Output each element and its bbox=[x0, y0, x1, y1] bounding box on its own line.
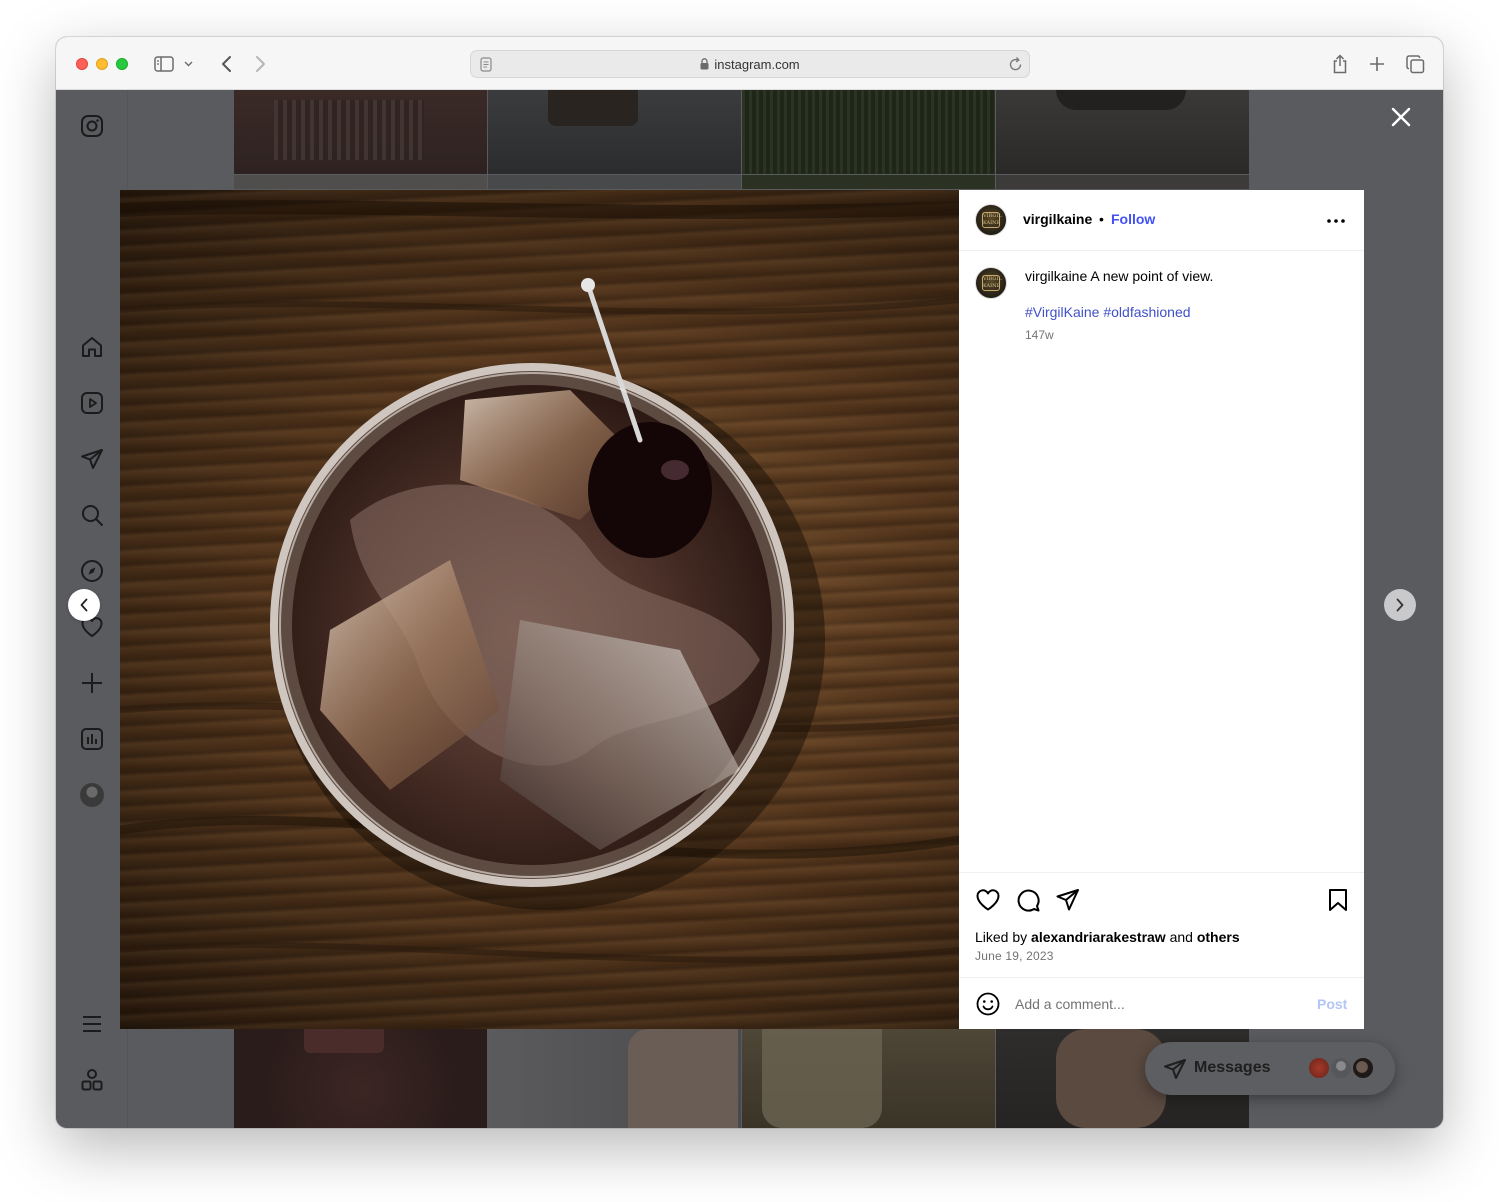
sidebar-toggle-icon[interactable] bbox=[151, 51, 177, 77]
close-window-button[interactable] bbox=[76, 58, 88, 70]
search-icon[interactable] bbox=[78, 501, 106, 529]
message-avatar bbox=[1307, 1056, 1331, 1080]
profile-avatar[interactable] bbox=[78, 781, 106, 809]
grid-tile[interactable] bbox=[742, 90, 995, 174]
post-actions: Liked by alexandriarakestraw and others … bbox=[959, 872, 1364, 977]
liked-user[interactable]: alexandriarakestraw bbox=[1031, 929, 1166, 945]
menu-icon[interactable] bbox=[78, 1010, 106, 1038]
previous-post-button[interactable] bbox=[68, 589, 100, 621]
post-details-panel: VIRGIL KAINE virgilkaine • Follow VIRGIL… bbox=[959, 190, 1364, 1029]
more-options-icon[interactable] bbox=[1325, 210, 1347, 232]
grid-tile[interactable] bbox=[488, 175, 741, 189]
avatar-logo-text: VIRGIL KAINE bbox=[982, 275, 1002, 291]
avatar-logo-text: VIRGIL KAINE bbox=[982, 212, 1002, 228]
grid-tile[interactable] bbox=[996, 90, 1249, 174]
chevron-down-icon[interactable] bbox=[180, 51, 196, 77]
direct-icon[interactable] bbox=[78, 445, 106, 473]
message-avatar bbox=[1351, 1056, 1375, 1080]
comment-bar: Post bbox=[959, 977, 1364, 1029]
emoji-icon[interactable] bbox=[975, 991, 1001, 1017]
explore-icon[interactable] bbox=[78, 557, 106, 585]
author-username[interactable]: virgilkaine bbox=[1023, 211, 1092, 227]
create-icon[interactable] bbox=[78, 669, 106, 697]
like-icon[interactable] bbox=[975, 887, 1001, 913]
share-post-icon[interactable] bbox=[1055, 887, 1081, 913]
lock-icon bbox=[700, 58, 709, 73]
grid-tile[interactable] bbox=[488, 1029, 741, 1128]
caption-username[interactable]: virgilkaine bbox=[1025, 268, 1087, 284]
close-modal-icon[interactable] bbox=[1389, 105, 1413, 129]
home-icon[interactable] bbox=[78, 333, 106, 361]
forward-icon[interactable] bbox=[248, 51, 274, 77]
grid-tile[interactable] bbox=[234, 175, 487, 189]
messages-label: Messages bbox=[1194, 1059, 1271, 1076]
zoom-window-button[interactable] bbox=[116, 58, 128, 70]
url-text: instagram.com bbox=[714, 57, 800, 72]
next-post-button[interactable] bbox=[1384, 589, 1416, 621]
browser-toolbar: instagram.com bbox=[56, 37, 1443, 90]
chevron-right-icon bbox=[1396, 598, 1404, 612]
insights-icon[interactable] bbox=[78, 725, 106, 753]
grid-tile[interactable] bbox=[234, 1029, 487, 1128]
grid-tile[interactable] bbox=[742, 1029, 995, 1128]
post-image[interactable] bbox=[120, 190, 960, 1029]
messages-icon bbox=[1163, 1057, 1187, 1081]
caption-text: A new point of view. bbox=[1087, 268, 1214, 284]
caption-author-avatar[interactable]: VIRGIL KAINE bbox=[975, 267, 1007, 299]
author-avatar[interactable]: VIRGIL KAINE bbox=[975, 204, 1007, 236]
comment-icon[interactable] bbox=[1015, 887, 1041, 913]
url-display: instagram.com bbox=[471, 57, 1029, 73]
grid-tile[interactable] bbox=[742, 175, 995, 189]
reload-icon[interactable] bbox=[1008, 56, 1023, 77]
liked-middle: and bbox=[1165, 929, 1197, 945]
post-header: VIRGIL KAINE virgilkaine • Follow bbox=[959, 190, 1364, 251]
message-avatar bbox=[1329, 1056, 1353, 1080]
chevron-left-icon bbox=[80, 598, 88, 612]
new-tab-icon[interactable] bbox=[1364, 51, 1390, 77]
browser-window: instagram.com VIRGIL KAINE virgilkaine •… bbox=[56, 37, 1443, 1128]
post-date: June 19, 2023 bbox=[975, 949, 1054, 963]
cocktail-photo bbox=[120, 200, 960, 963]
liked-others[interactable]: others bbox=[1197, 929, 1240, 945]
grid-tile[interactable] bbox=[234, 90, 487, 174]
address-bar[interactable]: instagram.com bbox=[470, 50, 1030, 78]
post-caption: virgilkaine A new point of view. bbox=[1025, 268, 1213, 284]
liked-prefix: Liked by bbox=[975, 929, 1032, 945]
caption-hashtags[interactable]: #VirgilKaine #oldfashioned bbox=[1025, 304, 1191, 320]
reels-icon[interactable] bbox=[78, 389, 106, 417]
tab-overview-icon[interactable] bbox=[1402, 51, 1428, 77]
apps-icon[interactable] bbox=[78, 1066, 106, 1094]
comment-input[interactable] bbox=[1015, 992, 1295, 1016]
follow-button[interactable]: Follow bbox=[1111, 211, 1155, 227]
post-comment-button[interactable]: Post bbox=[1317, 996, 1347, 1012]
grid-tile[interactable] bbox=[996, 175, 1249, 189]
save-icon[interactable] bbox=[1325, 887, 1351, 913]
instagram-page-dimmed: VIRGIL KAINE virgilkaine • Follow VIRGIL… bbox=[56, 90, 1443, 1128]
back-icon[interactable] bbox=[213, 51, 239, 77]
grid-tile[interactable] bbox=[488, 90, 741, 174]
messages-pill[interactable]: Messages bbox=[1145, 1042, 1395, 1095]
minimize-window-button[interactable] bbox=[96, 58, 108, 70]
caption-age: 147w bbox=[1025, 328, 1054, 342]
liked-by: Liked by alexandriarakestraw and others bbox=[975, 929, 1240, 945]
separator-dot: • bbox=[1099, 211, 1104, 227]
share-icon[interactable] bbox=[1327, 51, 1353, 77]
instagram-logo-icon[interactable] bbox=[78, 112, 106, 140]
